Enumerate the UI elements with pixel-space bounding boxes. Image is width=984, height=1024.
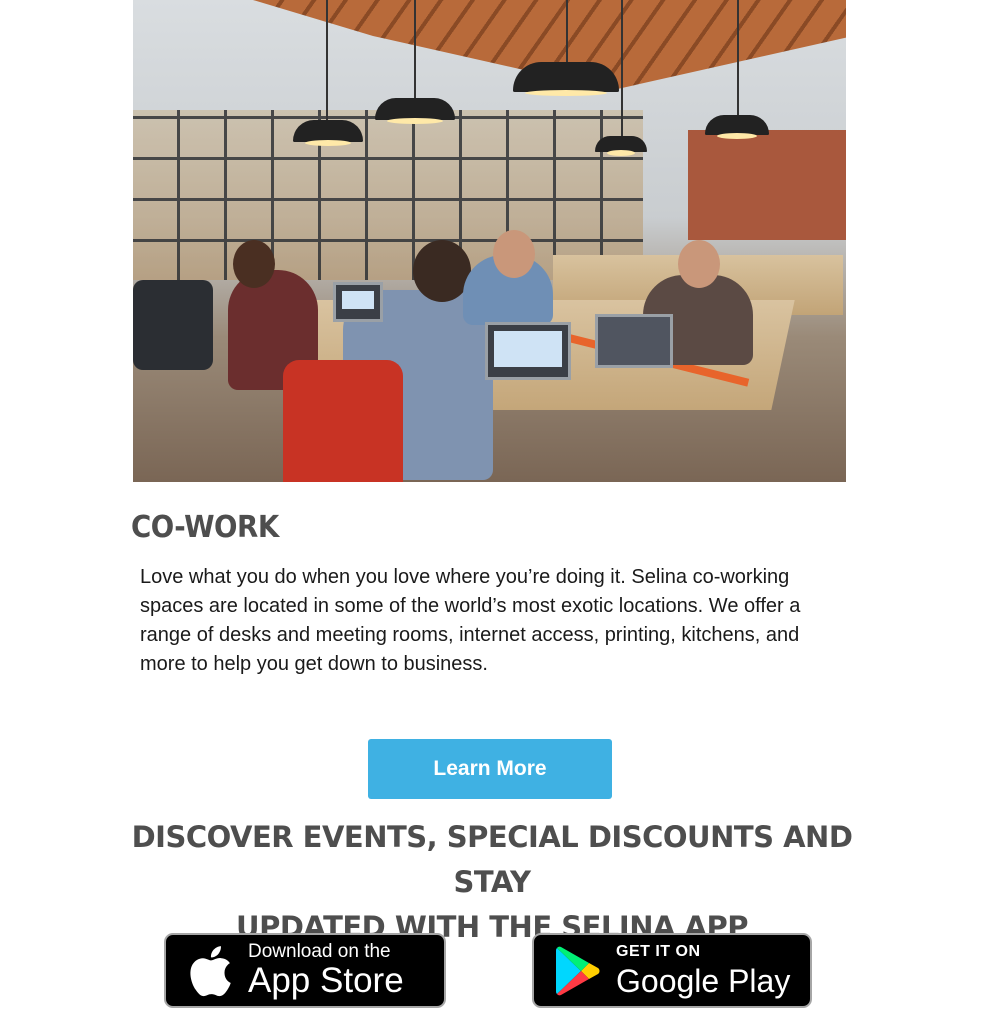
pendant-lamp: [513, 62, 619, 96]
person-head: [233, 240, 275, 288]
office-chair: [133, 280, 213, 370]
section-description: Love what you do when you love where you…: [140, 566, 801, 675]
lamp-cord: [566, 0, 568, 62]
pendant-lamp: [293, 120, 363, 146]
app-promo-heading: DISCOVER EVENTS, SPECIAL DISCOUNTS AND S…: [110, 815, 874, 950]
brick-wall: [688, 130, 846, 240]
lamp-cord: [621, 0, 623, 136]
pendant-lamp: [375, 98, 455, 124]
person-head: [493, 230, 535, 278]
app-store-text: Download on the App Store: [248, 940, 404, 1000]
google-play-text: GET IT ON Google Play: [616, 942, 790, 1000]
learn-more-button[interactable]: Learn More: [368, 739, 612, 799]
app-store-badge[interactable]: Download on the App Store: [164, 933, 446, 1008]
google-play-icon: [548, 941, 608, 1001]
pendant-lamp: [595, 136, 647, 156]
pendant-lamp: [705, 115, 769, 139]
red-jacket-chair: [283, 360, 403, 482]
laptop: [485, 322, 571, 380]
apple-icon: [180, 941, 240, 1001]
person-head: [678, 240, 720, 288]
coworking-hero-image: [133, 0, 846, 482]
lamp-cord: [326, 0, 328, 120]
app-store-small-text: Download on the: [248, 940, 391, 962]
laptop: [333, 282, 383, 322]
lamp-cord: [414, 0, 416, 98]
app-store-big-text: App Store: [248, 960, 404, 1000]
google-play-badge[interactable]: GET IT ON Google Play: [532, 933, 812, 1008]
lamp-cord: [737, 0, 739, 115]
google-play-small-text: GET IT ON: [616, 942, 701, 960]
laptop: [595, 314, 673, 368]
section-title: CO-WORK: [131, 510, 279, 545]
google-play-big-text: Google Play: [616, 962, 791, 999]
promo-line-1: DISCOVER EVENTS, SPECIAL DISCOUNTS AND S…: [131, 820, 853, 899]
